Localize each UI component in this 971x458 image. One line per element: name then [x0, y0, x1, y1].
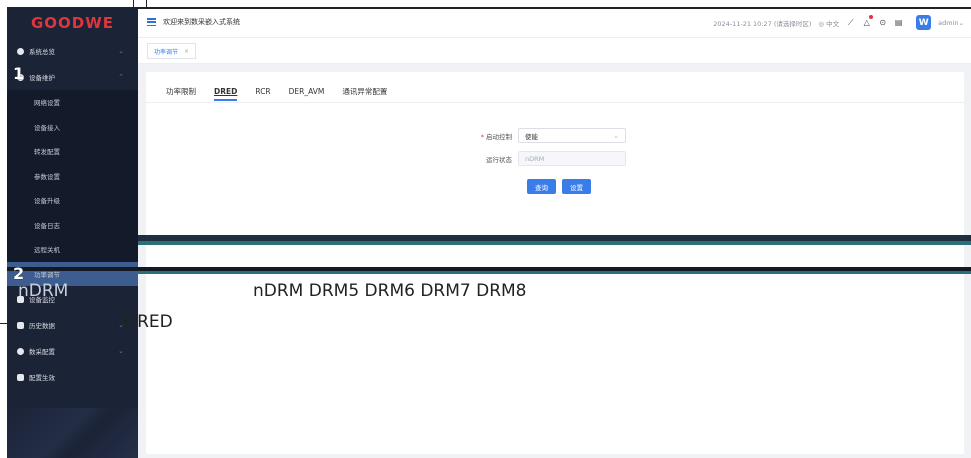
- annotation-band: [138, 271, 971, 274]
- function-tabs: 功率限制 DRED RCR DER_AVM 通讯异常配置: [166, 80, 405, 102]
- run-status-label: 运行状态: [486, 155, 512, 164]
- tab-power-regulation[interactable]: 功率调节 ×: [147, 43, 197, 59]
- sidebar-item-upgrade[interactable]: 设备升级: [7, 188, 138, 213]
- menu-toggle-icon[interactable]: [147, 18, 156, 26]
- close-icon[interactable]: ×: [184, 48, 189, 55]
- notification-dot: [869, 15, 874, 19]
- content-card: 功率限制 DRED RCR DER_AVM 通讯异常配置 * 启动控制 使能 ⌄ …: [146, 72, 964, 454]
- tags-bar: 功率调节 ×: [138, 38, 971, 64]
- datetime-timezone[interactable]: 2024-11-21 10:27 (请选择时区): [713, 18, 811, 28]
- chevron-up-icon: ⌃: [118, 73, 124, 81]
- history-icon: [17, 321, 24, 329]
- user-name: admin: [938, 18, 959, 27]
- run-status-row: 运行状态 nDRM: [452, 151, 626, 166]
- apply-config-icon: [17, 373, 24, 381]
- sidebar-decoration: [7, 408, 138, 458]
- sidebar-item-remote-shutdown[interactable]: 远程关机: [7, 237, 138, 262]
- chevron-down-icon: ⌄: [118, 347, 124, 355]
- run-status-field: nDRM: [518, 151, 626, 166]
- start-control-label-text: 启动控制: [486, 132, 512, 141]
- avatar[interactable]: W: [916, 15, 932, 30]
- sidebar-item-label: 设备维护: [29, 74, 55, 82]
- sidebar-item-forwarding[interactable]: 转发配置: [7, 139, 138, 164]
- sidebar-item-network[interactable]: 网络设置: [7, 90, 138, 115]
- logo: GOODWE: [30, 13, 115, 32]
- chevron-down-icon: ⌄: [613, 131, 619, 140]
- tab-der-avm[interactable]: DER_AVM: [289, 80, 325, 102]
- alarm-icon[interactable]: △: [862, 15, 874, 27]
- sidebar: GOODWE 系统总览 ⌄ 设备维护 ⌃ 网络设置 设备接入 转发配置 参数设置…: [7, 7, 138, 458]
- tab-dred[interactable]: DRED: [214, 80, 238, 102]
- query-button[interactable]: 查询: [527, 179, 556, 194]
- set-button[interactable]: 设置: [562, 179, 591, 194]
- top-header: 欢迎来到数采嵌入式系统 2024-11-21 10:27 (请选择时区) ◎ 中…: [138, 7, 971, 38]
- globe-icon: ◎: [818, 19, 825, 28]
- language-label: 中文: [826, 19, 840, 28]
- tab-comm-exception[interactable]: 通讯异常配置: [342, 80, 387, 102]
- annotation-number-1: 1: [13, 64, 25, 83]
- sidebar-item-history[interactable]: 历史数据 ⌄: [7, 312, 138, 338]
- sidebar-item-overview[interactable]: 系统总览 ⌄: [7, 38, 138, 64]
- action-buttons: 查询 设置: [527, 179, 591, 194]
- sidebar-item-maintenance[interactable]: 设备维护 ⌃: [7, 64, 138, 90]
- start-control-label: * 启动控制: [452, 131, 512, 141]
- tab-power-limit[interactable]: 功率限制: [166, 80, 196, 102]
- annotation-ndrm-label: nDRM: [18, 281, 69, 301]
- sidebar-item-log[interactable]: 设备日志: [7, 213, 138, 238]
- dashboard-icon: [17, 47, 24, 55]
- start-control-row: * 启动控制 使能 ⌄: [452, 128, 626, 143]
- sidebar-item-label: 历史数据: [29, 322, 55, 330]
- sidebar-item-parameters[interactable]: 参数设置: [7, 164, 138, 189]
- sidebar-item-label: 配置生效: [29, 374, 55, 382]
- chevron-down-icon: ⌄: [958, 18, 964, 27]
- header-tools: 2024-11-21 10:27 (请选择时区) ◎ 中文 ⟋ △ ⊙ ▤ W …: [713, 7, 971, 38]
- sidebar-item-label: 数采配置: [29, 348, 55, 356]
- chevron-down-icon: ⌄: [118, 47, 124, 55]
- welcome-text: 欢迎来到数采嵌入式系统: [163, 18, 240, 26]
- start-control-select[interactable]: 使能 ⌄: [518, 128, 626, 143]
- tab-rcr[interactable]: RCR: [255, 80, 270, 102]
- submenu-maintenance: 网络设置 设备接入 转发配置 参数设置 设备升级 设备日志 远程关机 功率调节: [7, 90, 138, 286]
- annotation-drm-modes: nDRM DRM5 DRM6 DRM7 DRM8: [253, 281, 527, 301]
- sidebar-item-device-access[interactable]: 设备接入: [7, 115, 138, 140]
- target-icon[interactable]: ⊙: [878, 18, 887, 27]
- start-control-value: 使能: [525, 132, 538, 141]
- config-icon: [17, 347, 24, 355]
- document-icon[interactable]: ▤: [894, 18, 903, 27]
- annotation-band: [138, 241, 971, 245]
- language-switch[interactable]: ◎ 中文: [818, 18, 839, 28]
- user-menu[interactable]: admin⌄: [938, 19, 964, 27]
- annotation-dred-label: DRED: [124, 312, 173, 332]
- sidebar-item-apply-config[interactable]: 配置生效: [7, 364, 138, 390]
- signal-icon[interactable]: ⟋: [846, 18, 855, 27]
- tag-label: 功率调节: [154, 48, 179, 56]
- sidebar-item-collector-config[interactable]: 数采配置 ⌄: [7, 338, 138, 364]
- sidebar-item-label: 系统总览: [29, 48, 55, 56]
- required-mark: *: [480, 132, 484, 141]
- tabs-divider: [146, 102, 964, 103]
